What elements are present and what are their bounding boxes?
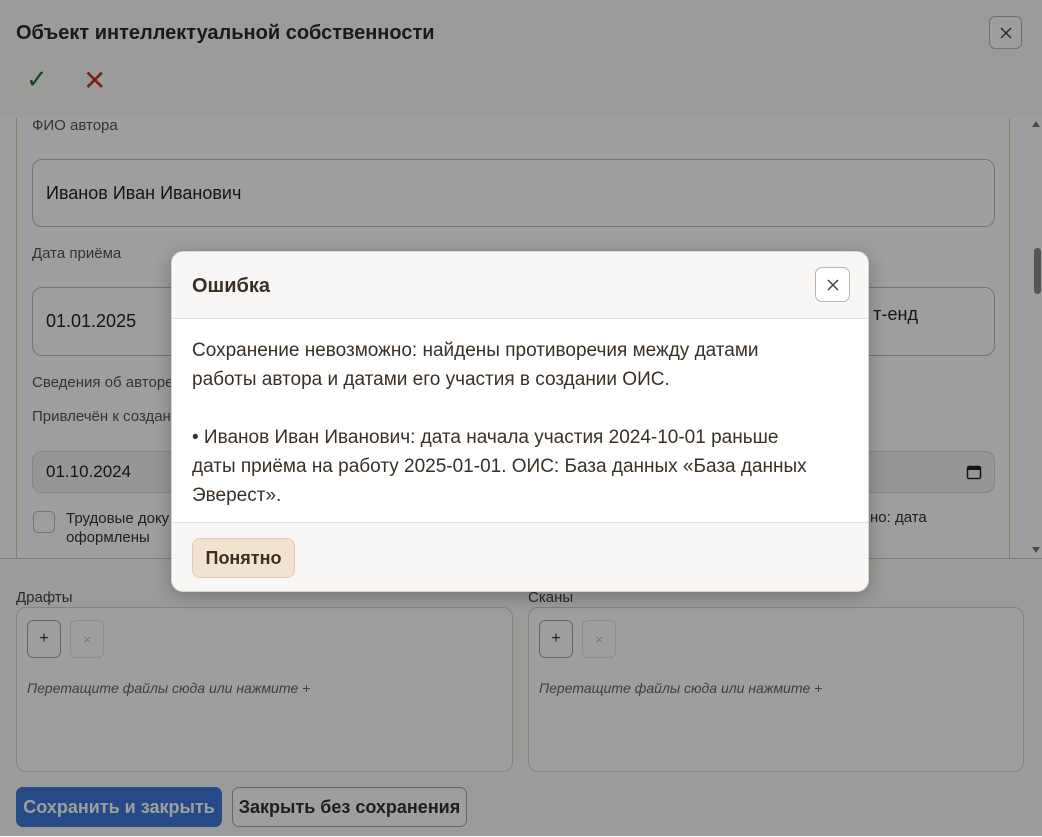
detail-line: • Иванов Иван Иванович: дата начала учас… [192, 427, 779, 448]
dialog-title: Ошибка [192, 275, 271, 297]
close-icon [826, 278, 839, 291]
dialog-header [172, 252, 868, 319]
dialog-ok-button[interactable]: Понятно [192, 538, 295, 578]
dialog-message: Сохранение невозможно: найдены противоре… [192, 336, 852, 510]
detail-line: Эверест». [192, 485, 282, 506]
error-dialog: Ошибка Сохранение невозможно: найдены пр… [171, 251, 869, 592]
detail-line: даты приёма на работу 2025-01-01. ОИС: Б… [192, 456, 807, 477]
dialog-close-button[interactable] [815, 267, 850, 302]
message-line: работы автора и датами его участия в соз… [192, 369, 670, 390]
message-line: Сохранение невозможно: найдены противоре… [192, 340, 759, 361]
